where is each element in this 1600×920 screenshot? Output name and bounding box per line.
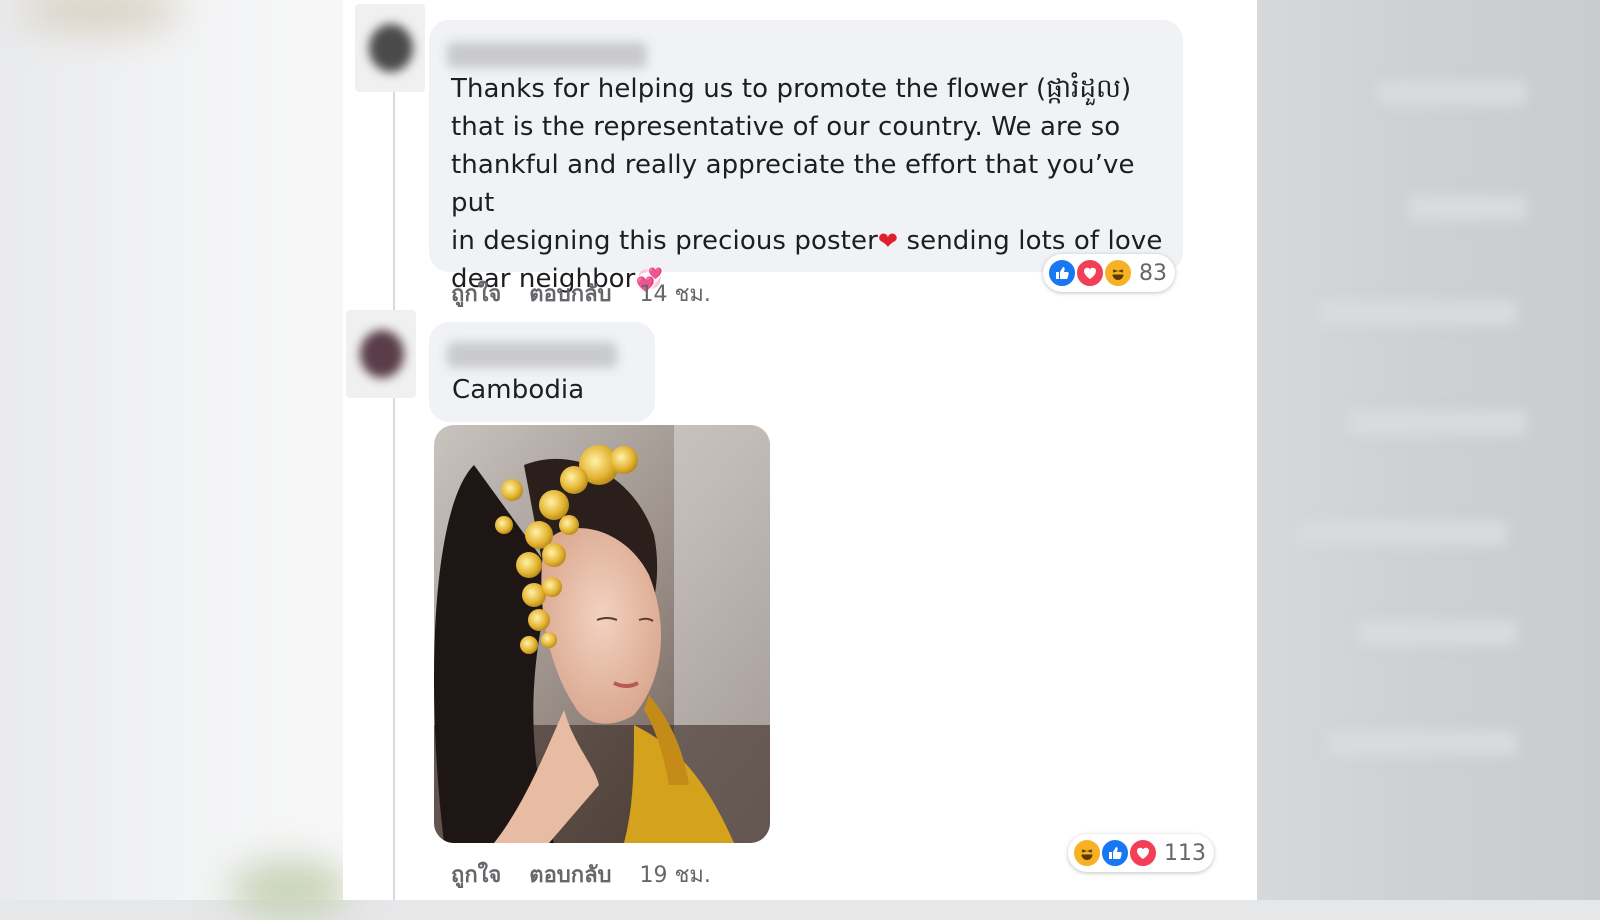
heart-emoji-icon: ❤ (877, 227, 899, 255)
blurred-author-name[interactable] (447, 342, 617, 368)
background-stripe (1377, 80, 1527, 106)
avatar[interactable] (346, 310, 416, 398)
haha-icon (1072, 838, 1102, 868)
background-stripe (1347, 410, 1527, 436)
avatar[interactable] (355, 4, 425, 92)
background-stripe (1357, 620, 1517, 646)
like-icon (1047, 258, 1077, 288)
reaction-count: 113 (1164, 840, 1206, 866)
background-stripe (1327, 730, 1517, 756)
reply-link[interactable]: ตอบกลับ (529, 857, 611, 892)
avatar-blurred-face (369, 24, 413, 72)
love-icon (1075, 258, 1105, 288)
reply-link[interactable]: ตอบกลับ (529, 276, 611, 311)
comment-photo[interactable] (434, 425, 770, 843)
comment-bubble: Thanks for helping us to promote the flo… (429, 20, 1183, 294)
background-stripe (1407, 195, 1527, 221)
comment-text-cambodia: Cambodia (452, 375, 585, 405)
background-blob (20, 0, 180, 30)
blurred-author-name[interactable] (447, 42, 647, 68)
background-stripe (1317, 300, 1517, 326)
comment-actions: ถูกใจ ตอบกลับ 14 ชม. (451, 276, 711, 311)
reaction-count: 83 (1139, 260, 1167, 286)
comment-text: Cambodia (452, 371, 622, 409)
like-link[interactable]: ถูกใจ (451, 857, 501, 892)
like-icon (1100, 838, 1130, 868)
background-blob (230, 860, 350, 920)
comment-feed: Thanks for helping us to promote the flo… (343, 0, 1257, 900)
reaction-summary[interactable]: 113 (1068, 834, 1214, 872)
comment-timestamp[interactable]: 14 ชม. (640, 276, 711, 311)
comment-timestamp[interactable]: 19 ชม. (640, 857, 711, 892)
haha-icon (1103, 258, 1133, 288)
comment-bubble: Cambodia (429, 322, 655, 422)
blurred-background-right (1257, 0, 1600, 900)
love-icon (1128, 838, 1158, 868)
like-link[interactable]: ถูกใจ (451, 276, 501, 311)
blurred-background-left (0, 0, 350, 920)
background-stripe (1297, 520, 1507, 546)
thread-line (393, 92, 395, 900)
reaction-summary[interactable]: 83 (1043, 254, 1175, 292)
cambodia-flag-icon (590, 379, 622, 401)
woman-with-gold-flower-headpiece-image (434, 425, 770, 843)
avatar-blurred-face (360, 330, 404, 378)
comment-actions: ถูกใจ ตอบกลับ 19 ชม. (451, 857, 711, 892)
